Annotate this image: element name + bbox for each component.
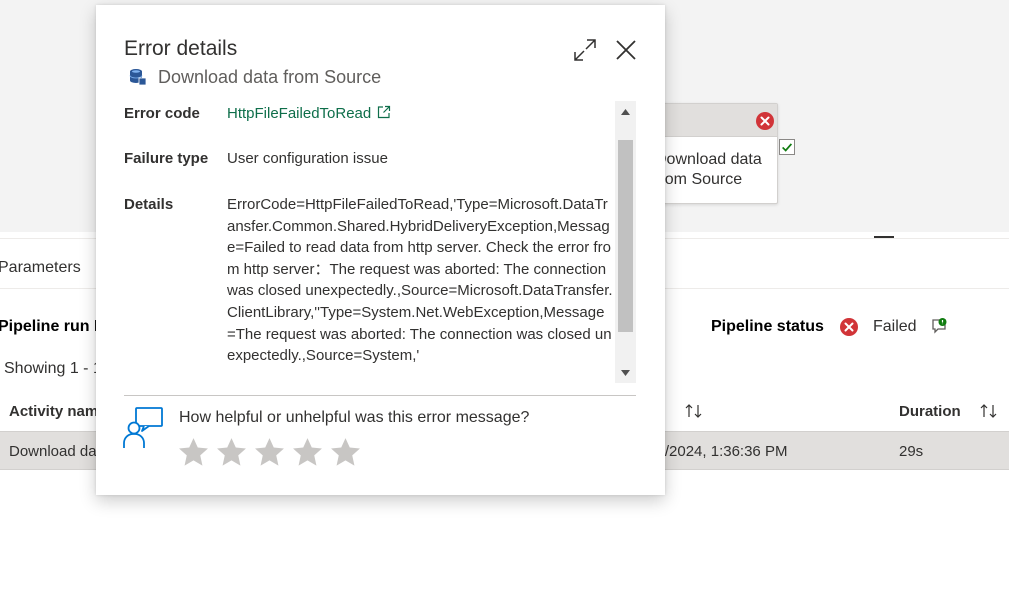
column-header-duration[interactable]: Duration: [899, 403, 961, 420]
close-button[interactable]: [613, 37, 639, 63]
star-rating: [177, 436, 362, 470]
activity-name-subtitle: Download data from Source: [158, 67, 382, 87]
error-code-link[interactable]: HttpFileFailedToRead: [227, 105, 371, 122]
scroll-up-button[interactable]: [615, 101, 636, 122]
failure-type-value: User configuration issue: [227, 150, 388, 167]
sort-icon[interactable]: [684, 403, 704, 419]
feedback-person-icon: [123, 407, 163, 448]
star-icon[interactable]: [177, 436, 210, 469]
details-label: Details: [124, 196, 174, 213]
pipeline-run-id-label: Pipeline run ID: [0, 318, 111, 335]
database-icon: [129, 69, 147, 86]
tab-parameters[interactable]: Parameters: [0, 259, 81, 277]
pipeline-status-value: Failed: [873, 318, 917, 335]
error-code-value: HttpFileFailedToRead: [227, 103, 391, 125]
close-icon: [616, 40, 636, 60]
star-icon[interactable]: [291, 436, 324, 469]
sort-icon[interactable]: [979, 403, 999, 419]
pipeline-status-label: Pipeline status: [711, 318, 824, 335]
star-icon[interactable]: [329, 436, 362, 469]
caret-down-icon: [621, 369, 630, 376]
external-link-icon[interactable]: [377, 105, 391, 119]
chat-alert-icon[interactable]: [930, 317, 948, 335]
error-code-label: Error code: [124, 105, 200, 122]
feedback-divider: [124, 395, 636, 396]
error-circle-icon: [756, 112, 774, 130]
failure-type-label: Failure type: [124, 150, 209, 167]
caret-up-icon: [621, 108, 630, 115]
checkmark-icon[interactable]: [779, 139, 795, 155]
feedback-question: How helpful or unhelpful was this error …: [179, 409, 530, 426]
details-value: ErrorCode=HttpFileFailedToRead,'Type=Mic…: [227, 196, 613, 365]
details-scrollbar[interactable]: [615, 101, 636, 383]
error-circle-icon: [840, 318, 858, 336]
activity-node-name: Download data from Source: [655, 151, 762, 188]
error-details-dialog: Error details Download data from Source …: [96, 5, 665, 495]
error-details-scroll-area[interactable]: Error code HttpFileFailedToRead Failure …: [124, 99, 636, 383]
cell-duration: 29s: [899, 443, 924, 460]
star-icon[interactable]: [215, 436, 248, 469]
column-header-activity-name[interactable]: Activity name: [9, 403, 107, 420]
scroll-thumb[interactable]: [618, 140, 633, 332]
star-icon[interactable]: [253, 436, 286, 469]
cell-run-start: 8/7/2024, 1:36:36 PM: [644, 443, 788, 460]
scroll-down-button[interactable]: [615, 362, 636, 383]
expand-icon: [574, 39, 596, 61]
expand-button[interactable]: [572, 37, 598, 63]
dialog-title: Error details: [124, 37, 238, 60]
